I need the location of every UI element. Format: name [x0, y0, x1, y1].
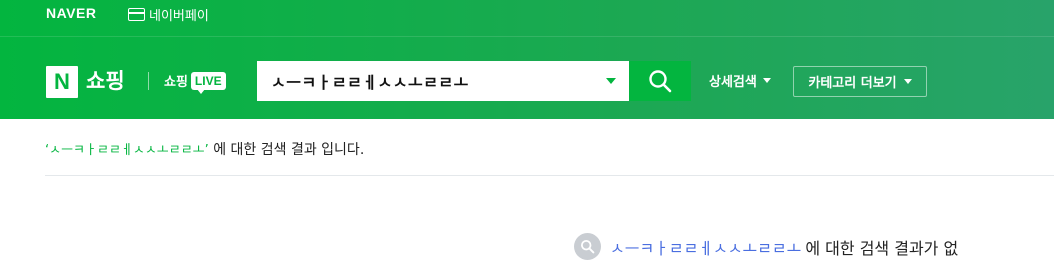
naver-n-logo[interactable]: N — [46, 66, 78, 98]
no-result-message: ㅅㅡㅋㅏㄹㄹㅔㅅㅅㅗㄹㄹㅗ 에 대한 검색 결과가 없 — [574, 233, 958, 260]
detail-search-button[interactable]: 상세검색 — [709, 71, 771, 90]
content-divider — [45, 175, 1054, 176]
no-result-text: 에 대한 검색 결과가 없 — [805, 238, 959, 258]
card-icon — [128, 8, 145, 21]
category-more-button[interactable]: 카테고리 더보기 — [793, 66, 927, 97]
chevron-down-icon — [903, 79, 912, 84]
search-button[interactable] — [629, 61, 691, 101]
autocomplete-toggle-icon[interactable] — [606, 78, 616, 84]
search-box — [257, 61, 629, 101]
shopping-live-link[interactable]: 쇼핑 LIVE — [164, 71, 226, 94]
category-more-label: 카테고리 더보기 — [808, 76, 897, 91]
live-badge: LIVE — [190, 71, 226, 94]
naver-pay-label: 네이버페이 — [149, 9, 209, 24]
result-summary: ‘ㅅㅡㅋㅏㄹㄹㅔㅅㅅㅗㄹㄹㅗ’ 에 대한 검색 결과 입니다. — [45, 139, 364, 159]
naver-pay-link[interactable]: 네이버페이 — [128, 5, 209, 24]
naver-logo[interactable]: NAVER — [46, 5, 96, 21]
detail-search-label: 상세검색 — [709, 75, 757, 90]
shopping-title[interactable]: 쇼핑 — [86, 66, 125, 96]
search-icon — [649, 70, 672, 93]
result-summary-text: 에 대한 검색 결과 입니다. — [208, 142, 365, 158]
chevron-down-icon — [762, 78, 771, 83]
magnifier-icon — [574, 233, 601, 260]
top-bar: NAVER 네이버페이 — [0, 0, 1054, 30]
logo-divider — [148, 72, 149, 90]
shopping-live-label: 쇼핑 — [164, 75, 188, 90]
search-input[interactable] — [271, 61, 601, 101]
header: NAVER 네이버페이 N 쇼핑 쇼핑 LIVE 상세검색 카테고리 더보기 — [0, 0, 1054, 119]
result-query: ㅅㅡㅋㅏㄹㄹㅔㅅㅅㅗㄹㄹㅗ — [49, 143, 205, 158]
topbar-divider — [0, 36, 1054, 37]
no-result-query: ㅅㅡㅋㅏㄹㄹㅔㅅㅅㅗㄹㄹㅗ — [610, 238, 802, 258]
